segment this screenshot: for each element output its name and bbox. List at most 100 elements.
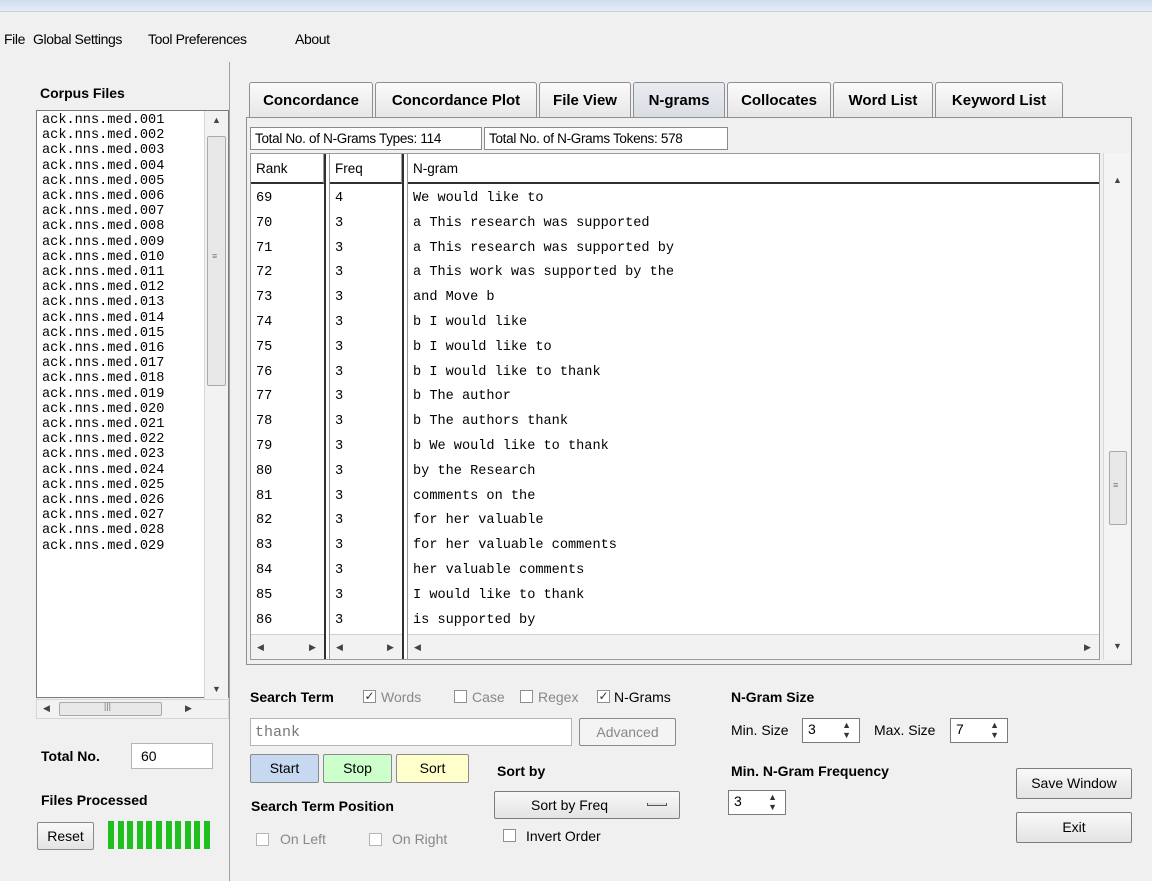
tab-n-grams[interactable]: N-grams [633,82,725,118]
reset-button[interactable]: Reset [37,822,94,850]
scroll-left-arrow-icon[interactable]: ◀ [43,703,50,714]
spinner-arrows-icon[interactable]: ▲ ▼ [990,720,999,740]
table-cell-rank[interactable]: 75 [256,336,272,361]
case-checkbox[interactable] [454,690,467,703]
tab-file-view[interactable]: File View [539,82,631,118]
ngrams-checkbox[interactable]: ✓ [597,690,610,703]
column-divider[interactable] [402,154,408,659]
corpus-file-item[interactable]: ack.nns.med.029 [42,539,164,554]
corpus-file-item[interactable]: ack.nns.med.004 [42,159,164,174]
table-cell-rank[interactable]: 85 [256,584,272,609]
corpus-file-item[interactable]: ack.nns.med.024 [42,463,164,478]
scroll-down-arrow-icon[interactable]: ▼ [1113,641,1122,651]
table-cell-ngram[interactable]: b The authors thank [413,410,674,435]
table-cell-rank[interactable]: 76 [256,361,272,386]
tab-collocates[interactable]: Collocates [727,82,831,118]
scroll-right-arrow-icon[interactable]: ▶ [1084,642,1091,653]
table-cell-rank[interactable]: 83 [256,534,272,559]
corpus-file-item[interactable]: ack.nns.med.010 [42,250,164,265]
min-size-spinner[interactable]: 3 ▲ ▼ [802,718,860,743]
corpus-file-item[interactable]: ack.nns.med.014 [42,311,164,326]
table-cell-rank[interactable]: 71 [256,237,272,262]
table-cell-rank[interactable]: 70 [256,212,272,237]
corpus-file-item[interactable]: ack.nns.med.028 [42,523,164,538]
corpus-file-item[interactable]: ack.nns.med.016 [42,341,164,356]
corpus-file-item[interactable]: ack.nns.med.023 [42,447,164,462]
corpus-file-item[interactable]: ack.nns.med.012 [42,280,164,295]
table-cell-rank[interactable]: 73 [256,286,272,311]
save-window-button[interactable]: Save Window [1016,768,1132,799]
corpus-file-item[interactable]: ack.nns.med.001 [42,113,164,128]
table-cell-ngram[interactable]: b I would like to thank [413,361,674,386]
table-cell-rank[interactable]: 77 [256,385,272,410]
table-cell-ngram[interactable]: b We would like to thank [413,435,674,460]
column-header-ngram[interactable]: N-gram [408,154,1099,184]
table-cell-ngram[interactable]: I would like to thank [413,584,674,609]
table-cell-ngram[interactable]: by the Research [413,460,674,485]
table-cell-freq[interactable]: 3 [335,336,343,361]
table-cell-freq[interactable]: 3 [335,460,343,485]
table-cell-rank[interactable]: 84 [256,559,272,584]
table-cell-ngram[interactable]: a This research was supported by [413,237,674,262]
table-cell-rank[interactable]: 86 [256,609,272,634]
tab-concordance[interactable]: Concordance [249,82,373,118]
column-header-freq[interactable]: Freq [330,154,402,184]
corpus-file-item[interactable]: ack.nns.med.006 [42,189,164,204]
table-cell-rank[interactable]: 72 [256,261,272,286]
regex-checkbox[interactable] [520,690,533,703]
table-cell-rank[interactable]: 80 [256,460,272,485]
tab-concordance-plot[interactable]: Concordance Plot [375,82,537,118]
corpus-file-item[interactable]: ack.nns.med.026 [42,493,164,508]
scroll-thumb[interactable]: ≡ [1109,451,1127,525]
tab-word-list[interactable]: Word List [833,82,933,118]
table-cell-rank[interactable]: 78 [256,410,272,435]
corpus-file-item[interactable]: ack.nns.med.018 [42,371,164,386]
table-cell-ngram[interactable]: b The author [413,385,674,410]
search-term-input[interactable]: thank [250,718,572,746]
scroll-up-arrow-icon[interactable]: ▲ [212,115,221,125]
corpus-files-hscrollbar[interactable]: ◀ ||| ▶ [36,699,229,719]
table-cell-ngram[interactable]: b I would like to [413,336,674,361]
corpus-files-vscrollbar[interactable]: ▲ ≡ ▼ [204,111,228,699]
hscroll-thumb[interactable]: ||| [59,701,162,716]
corpus-file-item[interactable]: ack.nns.med.013 [42,295,164,310]
scroll-up-arrow-icon[interactable]: ▲ [1113,175,1122,185]
ngram-results-table[interactable]: Rank Freq N-gram 69 70 71 72 73 74 75 76 77 78 79 8… [250,153,1100,660]
invert-order-checkbox[interactable] [503,829,516,842]
menu-tool-preferences[interactable]: Tool Preferences [148,31,247,47]
table-cell-freq[interactable]: 3 [335,410,343,435]
stop-button[interactable]: Stop [323,754,392,783]
table-cell-ngram[interactable]: comments on the [413,485,674,510]
corpus-file-item[interactable]: ack.nns.med.015 [42,326,164,341]
corpus-files-list[interactable]: ack.nns.med.001 ack.nns.med.002 ack.nns.me… [36,110,229,698]
scroll-left-arrow-icon[interactable]: ◀ [257,642,264,653]
column-header-rank[interactable]: Rank [251,154,324,184]
table-cell-ngram[interactable]: for her valuable comments [413,534,674,559]
corpus-file-item[interactable]: ack.nns.med.027 [42,508,164,523]
max-size-spinner[interactable]: 7 ▲ ▼ [950,718,1008,743]
corpus-file-item[interactable]: ack.nns.med.007 [42,204,164,219]
tab-keyword-list[interactable]: Keyword List [935,82,1063,118]
corpus-file-item[interactable]: ack.nns.med.011 [42,265,164,280]
freq-hscrollbar[interactable]: ◀ ▶ [330,634,402,659]
scroll-left-arrow-icon[interactable]: ◀ [414,642,421,653]
table-cell-freq[interactable]: 3 [335,237,343,262]
table-cell-freq[interactable]: 4 [335,187,343,212]
table-cell-freq[interactable]: 3 [335,212,343,237]
table-cell-freq[interactable]: 3 [335,509,343,534]
table-cell-freq[interactable]: 3 [335,435,343,460]
menu-about[interactable]: About [295,31,330,47]
table-cell-freq[interactable]: 3 [335,385,343,410]
corpus-file-item[interactable]: ack.nns.med.005 [42,174,164,189]
table-cell-freq[interactable]: 3 [335,559,343,584]
advanced-button[interactable]: Advanced [579,718,676,746]
corpus-file-item[interactable]: ack.nns.med.019 [42,387,164,402]
table-cell-freq[interactable]: 3 [335,609,343,634]
corpus-file-item[interactable]: ack.nns.med.017 [42,356,164,371]
table-cell-ngram[interactable]: and Move b [413,286,674,311]
corpus-file-item[interactable]: ack.nns.med.003 [42,143,164,158]
scroll-right-arrow-icon[interactable]: ▶ [387,642,394,653]
sort-button[interactable]: Sort [396,754,469,783]
table-cell-freq[interactable]: 3 [335,584,343,609]
corpus-file-item[interactable]: ack.nns.med.002 [42,128,164,143]
